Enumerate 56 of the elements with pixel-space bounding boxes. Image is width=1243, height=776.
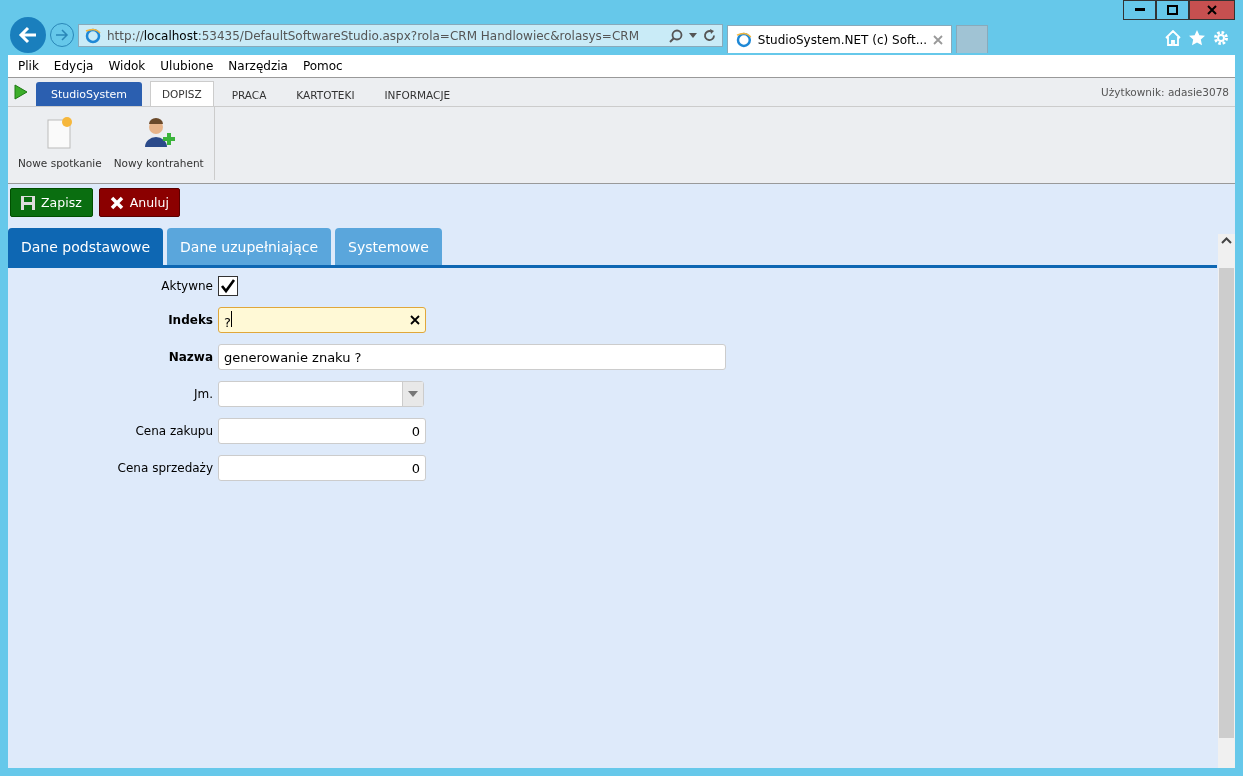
star-icon[interactable] [1189, 30, 1205, 46]
tab-title: StudioSystem.NET (c) Soft... [757, 32, 928, 47]
menu-tab[interactable]: DOPISZ [150, 81, 214, 106]
menu-item[interactable]: Edycja [53, 59, 94, 73]
maximize-icon [1167, 5, 1178, 15]
input-field[interactable]: 0 [218, 418, 426, 444]
clear-icon[interactable] [410, 315, 420, 325]
scrollbar[interactable] [1218, 234, 1235, 768]
dropdown-arrow-icon[interactable] [689, 33, 697, 38]
search-icon[interactable] [669, 28, 683, 43]
field-label: Aktywne [161, 279, 213, 293]
close-icon [109, 195, 124, 210]
ribbon-button[interactable]: Nowy kontrahent [109, 111, 208, 180]
ribbon-button[interactable]: Nowe spotkanie [14, 111, 106, 180]
field-label: Jm. [193, 387, 213, 401]
form-tab[interactable]: Dane podstawowe [8, 228, 164, 265]
browser-logo-icon [736, 31, 752, 48]
input-field[interactable]: ? [218, 307, 426, 333]
checkbox[interactable] [218, 276, 238, 296]
back-arrow-icon [18, 25, 38, 45]
close-icon [1207, 5, 1217, 15]
maximize-button[interactable] [1156, 0, 1189, 20]
user-label: Użytkownik: adasie3078 [1101, 86, 1230, 98]
url-text: http://localhost:53435/DefaultSoftwareStudio.aspx?rola=CRM Handlowiec&rolasys=CRM [107, 28, 640, 43]
browser-logo-icon [85, 27, 101, 44]
menu-item[interactable]: Ulubione [160, 59, 214, 73]
menu-tab[interactable]: KARTOTEKI [284, 82, 367, 106]
brand-tab[interactable]: StudioSystem [36, 82, 142, 106]
field-label: Cena sprzedaży [117, 461, 213, 475]
field-label: Indeks [168, 313, 213, 327]
input-field[interactable]: 0 [218, 455, 426, 481]
menu-tab[interactable]: INFORMACJE [372, 82, 463, 106]
close-button[interactable] [1189, 0, 1235, 20]
save-button[interactable]: Zapisz [10, 188, 93, 217]
dropdown-field[interactable] [218, 381, 424, 407]
cancel-button[interactable]: Anuluj [98, 188, 180, 217]
refresh-icon[interactable] [703, 29, 716, 42]
user-add-icon [142, 117, 175, 149]
browser-tab[interactable]: StudioSystem.NET (c) Soft... [727, 25, 952, 53]
menu-item[interactable]: Plik [18, 59, 39, 73]
menu-item[interactable]: Pomoc [302, 59, 343, 73]
back-button[interactable] [10, 17, 46, 53]
field-label: Cena zakupu [135, 424, 213, 438]
menu-tab[interactable]: PRACA [219, 82, 279, 106]
close-icon[interactable] [933, 34, 943, 45]
dropdown-arrow-icon [408, 391, 418, 397]
play-icon[interactable] [14, 84, 28, 100]
minimize-icon [1134, 8, 1145, 12]
minimize-button[interactable] [1123, 0, 1156, 20]
forward-arrow-icon [55, 28, 69, 42]
document-icon [46, 117, 73, 149]
address-bar[interactable]: http://localhost:53435/DefaultSoftwareStudio.aspx?rola=CRM Handlowiec&rolasys=CRM [78, 24, 723, 47]
field-label: Nazwa [168, 350, 213, 364]
menu-item[interactable]: Narzędzia [228, 59, 288, 73]
menu-item[interactable]: Widok [108, 59, 146, 73]
input-field[interactable]: generowanie znaku ? [218, 344, 726, 370]
